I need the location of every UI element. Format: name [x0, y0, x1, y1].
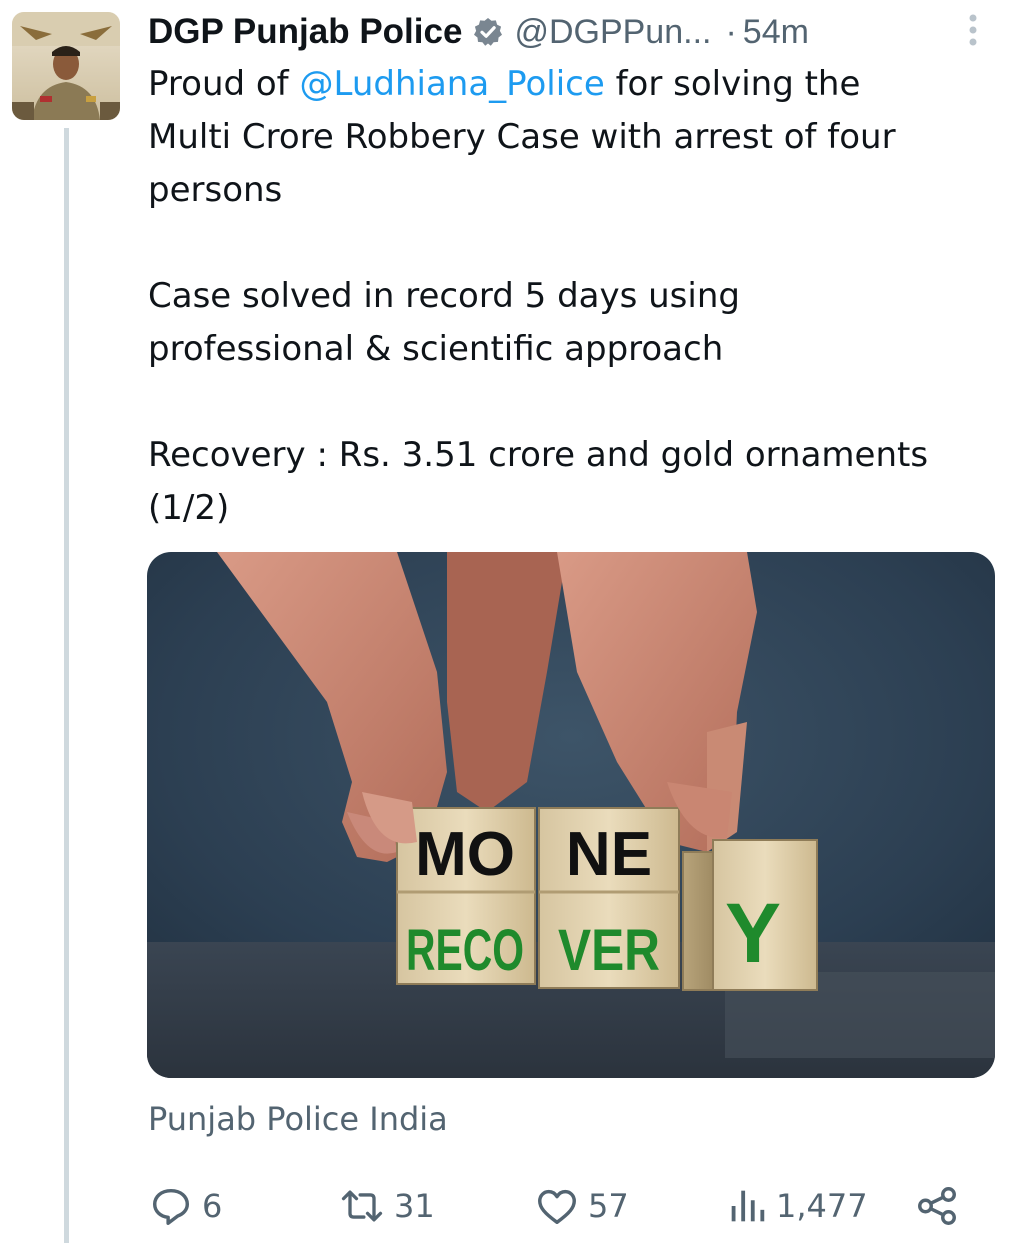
- like-count: 57: [588, 1187, 629, 1225]
- thread-line: [64, 128, 69, 1243]
- verified-badge-icon: [472, 16, 504, 48]
- tweet-media-image[interactable]: MO NE RECO VER Y: [147, 552, 995, 1078]
- block-text-reco: RECO: [406, 918, 524, 983]
- tweet-header: DGP Punjab Police @DGPPun... · 54m: [148, 8, 988, 56]
- more-options-icon[interactable]: [958, 10, 988, 50]
- share-icon: [914, 1183, 960, 1229]
- views-chart-icon: [726, 1183, 768, 1229]
- media-source-label: Punjab Police India: [148, 1100, 448, 1138]
- tweet-actions: 6 31 57 1,477: [148, 1176, 968, 1236]
- like-button[interactable]: 57: [534, 1176, 629, 1236]
- separator-dot: ·: [725, 12, 737, 51]
- author-name[interactable]: DGP Punjab Police: [148, 12, 462, 52]
- timestamp[interactable]: 54m: [743, 13, 809, 52]
- tweet-text-body: for solving the Multi Crore Robbery Case…: [148, 64, 929, 528]
- repost-icon: [338, 1183, 386, 1229]
- repost-count: 31: [394, 1187, 435, 1225]
- block-text-y: Y: [725, 886, 781, 980]
- reply-icon: [148, 1183, 194, 1229]
- repost-button[interactable]: 31: [338, 1176, 435, 1236]
- avatar[interactable]: [12, 12, 120, 120]
- block-text-ver: VER: [558, 918, 660, 983]
- author-handle[interactable]: @DGPPun...: [514, 13, 711, 52]
- block-text-mo: MO: [415, 820, 515, 889]
- heart-icon: [534, 1183, 580, 1229]
- reply-button[interactable]: 6: [148, 1176, 222, 1236]
- tweet-text-intro: Proud of: [148, 64, 300, 104]
- mention-link[interactable]: @Ludhiana_Police: [299, 64, 604, 104]
- views-count: 1,477: [776, 1187, 868, 1225]
- block-text-ne: NE: [566, 820, 652, 889]
- tweet-text: Proud of @Ludhiana_Police for solving th…: [148, 58, 988, 535]
- reply-count: 6: [202, 1187, 223, 1225]
- views-button[interactable]: 1,477: [726, 1176, 868, 1236]
- share-button[interactable]: [914, 1176, 960, 1236]
